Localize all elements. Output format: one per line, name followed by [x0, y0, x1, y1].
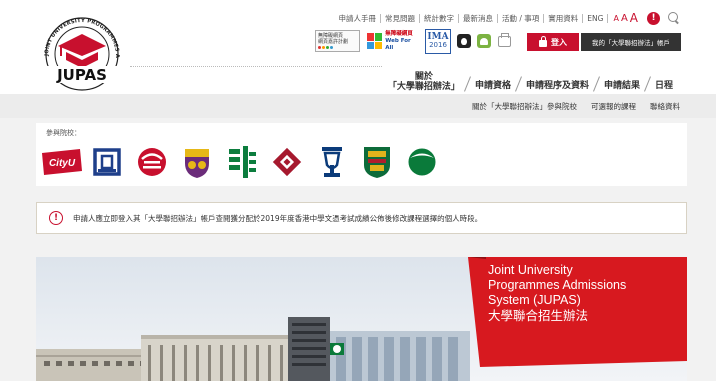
font-size-large-button[interactable]: A — [629, 11, 639, 25]
hero-caption-text: Joint University Programmes Admissions S… — [488, 263, 626, 323]
nav-application-procedures[interactable]: 申請程序及資料 — [519, 81, 596, 92]
badge-text: Web For All — [385, 37, 411, 51]
cityu-logo[interactable]: CityU — [42, 142, 82, 182]
badge-text: 無障礙網頁 — [385, 30, 413, 37]
android-app-icon[interactable] — [477, 34, 491, 48]
main-navigation: 關於 「大學聯招辦法」 申請資格 申請程序及資料 申請結果 日程 — [381, 66, 680, 92]
nav-schedule[interactable]: 日程 — [648, 81, 680, 92]
badge-dots-icon — [318, 46, 357, 49]
web-for-all-badge[interactable]: 無障礙網頁 Web For All — [367, 30, 419, 52]
nav-label: 關於 — [414, 72, 433, 82]
lock-icon — [539, 36, 547, 47]
link-applicant-handbook[interactable]: 申請人手冊 — [334, 13, 380, 24]
cuhk-logo[interactable] — [177, 142, 217, 182]
nav-label: 「大學聯招辦法」 — [387, 82, 460, 92]
font-size-medium-button[interactable]: A — [620, 13, 629, 24]
link-events[interactable]: 活動 / 事項 — [498, 13, 543, 24]
hero-line: Joint University — [488, 263, 573, 277]
participating-institutions-box: 參與院校： CityU — [36, 123, 687, 186]
subnav-contact[interactable]: 聯絡資料 — [650, 101, 680, 112]
login-button[interactable]: 登入 — [527, 33, 579, 51]
hku-logo[interactable] — [357, 142, 397, 182]
ouhk-logo[interactable] — [402, 142, 442, 182]
jupas-logo[interactable]: JOINT UNIVERSITY PROGRAMMES ADMISSIONS S… — [36, 6, 128, 92]
accessible-webpage-badge[interactable]: 無障礙網頁 網頁嘉許計劃 — [315, 30, 360, 52]
hero-line: System (JUPAS) — [488, 293, 581, 307]
hkust-logo[interactable] — [312, 142, 352, 182]
badge-text: IMA — [427, 32, 449, 42]
subnav-programmes[interactable]: 可選報的課程 — [591, 101, 636, 112]
link-useful-info[interactable]: 實用資料 — [544, 13, 582, 24]
eduhk-logo[interactable] — [222, 142, 262, 182]
alert-icon[interactable]: ! — [647, 11, 660, 25]
svg-text:JUPAS: JUPAS — [56, 66, 107, 84]
divider — [607, 13, 609, 23]
hkbu-logo[interactable] — [87, 142, 127, 182]
link-faq[interactable]: 常見問題 — [381, 13, 419, 24]
login-label: 登入 — [551, 37, 567, 47]
hero-line-chinese: 大學聯合招生辦法 — [488, 308, 589, 323]
notice-text[interactable]: 申請人應立即登入其「大學聯招辦法」帳戶查閱獲分配於2019年度香港中學文憑考試成… — [73, 213, 482, 224]
lingnan-logo[interactable] — [132, 142, 172, 182]
search-icon[interactable] — [668, 12, 680, 24]
font-size-small-button[interactable]: A — [612, 14, 619, 23]
nav-results[interactable]: 申請結果 — [597, 81, 647, 92]
utility-links: 申請人手冊 常見問題 統計數字 最新消息 活動 / 事項 實用資料 ENG A … — [334, 10, 680, 26]
hero-banner: Joint University Programmes Admissions S… — [36, 257, 687, 381]
nav-eligibility[interactable]: 申請資格 — [468, 81, 518, 92]
polyu-logo[interactable] — [267, 142, 307, 182]
badge-text: 2016 — [429, 41, 447, 49]
sub-navigation: 關於「大學聯招辦法」參與院校 可選報的課程 聯絡資料 — [0, 94, 716, 118]
my-account-button[interactable]: 我的「大學聯招辦法」帳戶 — [581, 33, 681, 51]
link-english[interactable]: ENG — [583, 14, 607, 23]
hero-line: Programmes Admissions — [488, 278, 627, 292]
link-news[interactable]: 最新消息 — [459, 13, 497, 24]
header-divider — [130, 66, 382, 67]
web-for-all-icon — [367, 33, 383, 49]
badge-text: 網頁嘉許計劃 — [318, 39, 349, 45]
jupas-logo-icon: JOINT UNIVERSITY PROGRAMMES ADMISSIONS S… — [36, 6, 120, 91]
accessibility-badges: 無障礙網頁 網頁嘉許計劃 無障礙網頁 Web For All IMA 2016 — [315, 28, 511, 54]
warning-icon: ! — [49, 211, 63, 225]
site-header: JOINT UNIVERSITY PROGRAMMES ADMISSIONS S… — [0, 0, 716, 94]
apple-app-store-icon[interactable] — [457, 34, 471, 48]
announcement-notice: ! 申請人應立即登入其「大學聯招辦法」帳戶查閱獲分配於2019年度香港中學文憑考… — [36, 202, 687, 234]
link-statistics[interactable]: 統計數字 — [420, 13, 458, 24]
ima-award-badge[interactable]: IMA 2016 — [425, 28, 451, 54]
svg-text:CityU: CityU — [49, 158, 76, 169]
nav-about-jupas[interactable]: 關於 「大學聯招辦法」 — [381, 72, 467, 92]
print-icon[interactable] — [498, 32, 511, 47]
institution-logo-list: CityU — [42, 142, 447, 182]
institutions-label: 參與院校： — [46, 129, 81, 137]
subnav-participating-institutions[interactable]: 關於「大學聯招辦法」參與院校 — [472, 101, 577, 112]
